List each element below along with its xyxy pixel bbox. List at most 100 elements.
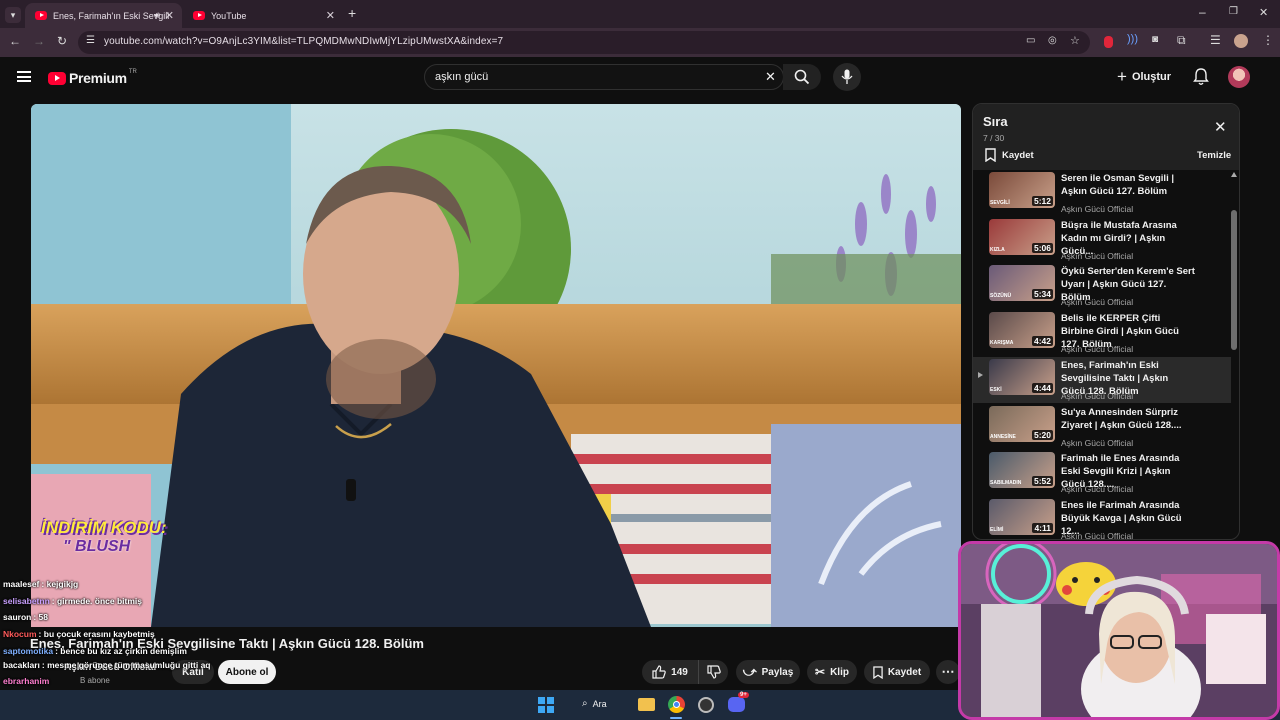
profile-avatar-icon[interactable] <box>1234 34 1248 48</box>
search-button[interactable] <box>783 64 821 90</box>
playlist-thumbnail[interactable]: SÖZÜNÜ 5:34 <box>989 265 1055 302</box>
clear-search-icon[interactable]: ✕ <box>765 69 776 85</box>
playlist-thumbnail[interactable]: ESKİ 4:44 <box>989 358 1055 395</box>
thumbnail-caption: SÖZÜNÜ <box>990 293 1012 300</box>
eye-off-icon[interactable]: ◎ <box>1048 35 1057 46</box>
tab-search-icon[interactable]: ▾ <box>5 7 21 23</box>
voice-search-button[interactable] <box>833 63 861 91</box>
webcam-image <box>961 544 1277 717</box>
playlist-item-channel: Aşkın Gücü Official <box>1061 204 1134 214</box>
scissors-icon: ✂ <box>815 665 826 679</box>
chrome-icon[interactable] <box>668 696 685 713</box>
playlist-item-title[interactable]: Seren ile Osman Sevgili | Aşkın Gücü 127… <box>1061 172 1195 198</box>
taskbar-search-label: Ara <box>592 698 607 709</box>
video-duration: 4:11 <box>1032 522 1053 533</box>
browser-tab-strip: ▾ Enes, Farimah'ın Eski Sevgili 🔊︎ ✕ You… <box>0 0 1280 28</box>
playlist-thumbnail[interactable]: KIZLA 5:06 <box>989 218 1055 255</box>
playlist-item[interactable]: KARIŞMA 4:42 Belis ile KERPER Çifti Birbin… <box>973 310 1231 356</box>
tab-current-video[interactable]: Enes, Farimah'ın Eski Sevgili 🔊︎ ✕ <box>25 3 182 28</box>
clip-button[interactable]: ✂ Klip <box>807 660 857 684</box>
save-video-button[interactable]: Kaydet <box>864 660 930 684</box>
dislike-button[interactable] <box>698 660 728 684</box>
chat-username: bacakları <box>3 660 40 670</box>
playlist-clear-button[interactable]: Temizle <box>1197 150 1231 161</box>
close-tab-icon[interactable]: ✕ <box>326 9 335 22</box>
extension-red-icon[interactable] <box>1104 36 1113 48</box>
chat-message: saptomotika: bence bu kız az çirkin demi… <box>3 646 187 656</box>
chrome-menu-icon[interactable]: ⋮ <box>1262 33 1274 47</box>
more-actions-button[interactable]: ⋯ <box>936 660 960 684</box>
playlist-item[interactable]: ELİMİ 4:11 Enes ile Farimah Arasında Büyük… <box>973 497 1231 540</box>
scroll-up-icon[interactable] <box>1231 172 1237 177</box>
file-explorer-icon[interactable] <box>638 698 655 711</box>
taskbar-search-icon: ⌕ <box>582 698 588 709</box>
site-info-icon[interactable]: ☰ <box>86 35 95 46</box>
chat-message: ebrarhanim <box>3 676 51 686</box>
video-player[interactable]: İNDİRİM KODU: " BLUSH <box>31 104 961 627</box>
back-icon[interactable]: ← <box>9 34 21 48</box>
clip-label: Klip <box>830 666 849 678</box>
playlist-item[interactable]: SEVGİLİ 5:12 Seren ile Osman Sevgili | Aşk… <box>973 170 1231 216</box>
minimize-icon[interactable]: – <box>1199 5 1206 19</box>
discord-badge: 9+ <box>738 692 749 698</box>
playlist-thumbnail[interactable]: ANNESİNE 5:20 <box>989 405 1055 442</box>
extension-shield-icon[interactable]: ◙ <box>1152 34 1158 45</box>
forward-icon[interactable]: → <box>33 34 45 48</box>
youtube-logo[interactable]: Premium TR <box>48 69 137 87</box>
playlist-item[interactable]: SABILMADIN 5:52 Farimah ile Enes Arasında … <box>973 450 1231 496</box>
app-icon[interactable] <box>698 697 714 713</box>
chat-text: 58 <box>38 612 49 622</box>
notifications-bell-icon[interactable] <box>1193 68 1209 91</box>
reload-icon[interactable]: ↻ <box>57 34 67 48</box>
playlist-item[interactable]: KIZLA 5:06 Büşra ile Mustafa Arasına Kadın… <box>973 217 1231 263</box>
playlist-scrollbar[interactable] <box>1231 172 1237 539</box>
subscribe-button[interactable]: Abone ol <box>218 660 276 684</box>
create-button[interactable]: + Oluştur <box>1117 66 1171 88</box>
thumbnail-caption: KIZLA <box>990 246 1005 253</box>
playlist-thumbnail[interactable]: KARIŞMA 4:42 <box>989 312 1055 349</box>
thumbs-down-icon <box>706 665 721 679</box>
playlist-thumbnail[interactable]: SABILMADIN 5:52 <box>989 452 1055 489</box>
chat-username: maalesef <box>3 579 40 589</box>
playlist-save-button[interactable]: Kaydet <box>985 148 1034 162</box>
account-avatar[interactable] <box>1228 66 1250 88</box>
thumbnail-caption: ESKİ <box>990 386 1002 393</box>
playlist-thumbnail[interactable]: SEVGİLİ 5:12 <box>989 172 1055 208</box>
extension-wave-icon[interactable]: ))) <box>1127 33 1138 45</box>
reading-list-icon[interactable]: ☰ <box>1210 33 1221 47</box>
close-window-icon[interactable]: ✕ <box>1259 6 1268 19</box>
playlist-item[interactable]: ANNESİNE 5:20 Su'ya Annesinden Sürpriz Ziy… <box>973 404 1231 450</box>
scrollbar-thumb[interactable] <box>1231 210 1237 350</box>
youtube-favicon-icon <box>35 11 47 20</box>
chat-username: Nkocum <box>3 629 37 639</box>
playlist-thumbnail[interactable]: ELİMİ 4:11 <box>989 498 1055 535</box>
playlist-item[interactable]: SÖZÜNÜ 5:34 Öykü Serter'den Kerem'e Sert U… <box>973 263 1231 309</box>
restore-icon[interactable]: ❐ <box>1229 6 1238 17</box>
search-input[interactable]: aşkın gücü ✕ <box>424 64 784 90</box>
thumbnail-caption: KARIŞMA <box>990 340 1014 347</box>
close-playlist-icon[interactable]: ✕ <box>1214 118 1227 136</box>
new-tab-icon[interactable]: + <box>348 5 356 21</box>
extensions-puzzle-icon[interactable]: ⧉ <box>1177 33 1186 48</box>
taskbar-search[interactable]: ⌕ Ara <box>582 698 607 709</box>
speaker-icon[interactable]: 🔊︎ <box>154 10 160 21</box>
close-tab-icon[interactable]: ✕ <box>165 9 174 22</box>
share-button[interactable]: ⤻ Paylaş <box>736 660 800 684</box>
address-bar[interactable]: ☰ youtube.com/watch?v=O9AnjLc3YIM&list=T… <box>78 31 1090 54</box>
share-icon: ⤻ <box>742 664 757 679</box>
discord-icon[interactable] <box>728 697 745 712</box>
youtube-header: Premium TR aşkın gücü ✕ + Oluştur <box>0 57 1280 101</box>
playlist-item-title[interactable]: Su'ya Annesinden Sürpriz Ziyaret | Aşkın… <box>1061 406 1195 432</box>
windows-start-icon[interactable] <box>538 697 554 713</box>
hamburger-menu-icon[interactable] <box>17 71 31 82</box>
save-video-label: Kaydet <box>887 666 922 678</box>
tab-youtube[interactable]: YouTube ✕ <box>183 3 343 28</box>
like-count: 149 <box>671 666 688 678</box>
like-button[interactable]: 149 <box>642 660 698 684</box>
bookmark-star-icon[interactable]: ☆ <box>1070 34 1080 47</box>
browser-toolbar: ← → ↻ ☰ youtube.com/watch?v=O9AnjLc3YIM&… <box>0 28 1280 57</box>
playlist-item-channel: Aşkın Gücü Official <box>1061 530 1134 540</box>
cast-icon[interactable]: ▭ <box>1026 35 1035 46</box>
playlist-item[interactable]: ESKİ 4:44 Enes, Farimah'ın Eski Sevgilisin… <box>973 356 1231 403</box>
video-duration: 5:06 <box>1031 242 1053 253</box>
